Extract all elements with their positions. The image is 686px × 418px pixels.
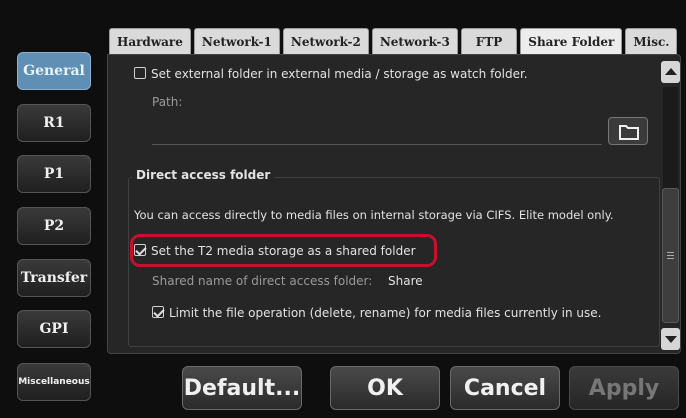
watch-folder-row[interactable]: Set external folder in external media / … — [134, 67, 528, 81]
direct-access-description: You can access directly to media files o… — [134, 208, 614, 222]
tab-hardware[interactable]: Hardware — [109, 28, 191, 54]
nav-general-button[interactable]: General — [17, 52, 91, 90]
panel-content: Set external folder in external media / … — [122, 55, 660, 351]
watch-folder-checkbox[interactable] — [134, 67, 146, 79]
tab-share-folder[interactable]: Share Folder — [520, 28, 623, 54]
share-folder-panel: Set external folder in external media / … — [107, 54, 681, 354]
highlight-frame — [130, 234, 437, 267]
watch-folder-label: Set external folder in external media / … — [151, 67, 528, 81]
nav-transfer-button[interactable]: Transfer — [17, 259, 91, 297]
shared-name-label: Shared name of direct access folder: — [152, 274, 373, 288]
tab-bar: Hardware Network-1 Network-2 Network-3 F… — [109, 28, 678, 54]
limit-operation-row[interactable]: Limit the file operation (delete, rename… — [152, 306, 601, 320]
arrow-up-icon — [665, 68, 677, 75]
ok-button[interactable]: OK — [330, 366, 440, 410]
scroll-down-button[interactable] — [661, 328, 680, 350]
browse-folder-button[interactable] — [608, 117, 648, 145]
limit-operation-label: Limit the file operation (delete, rename… — [169, 306, 602, 320]
tab-network-1[interactable]: Network-1 — [193, 28, 280, 54]
tab-network-2[interactable]: Network-2 — [282, 28, 369, 54]
folder-icon — [619, 125, 639, 140]
shared-name-value: Share — [388, 274, 423, 288]
default-button[interactable]: Default... — [182, 366, 302, 410]
scroll-up-button[interactable] — [661, 61, 680, 83]
grip-icon — [667, 252, 674, 259]
limit-operation-checkbox[interactable] — [152, 306, 164, 318]
scrollbar-thumb[interactable] — [662, 188, 679, 323]
nav-r1-button[interactable]: R1 — [17, 104, 91, 142]
direct-access-title: Direct access folder — [132, 168, 275, 182]
tab-misc[interactable]: Misc. — [625, 28, 678, 54]
arrow-down-icon — [665, 336, 677, 343]
tab-network-3[interactable]: Network-3 — [371, 28, 458, 54]
nav-p2-button[interactable]: P2 — [17, 207, 91, 245]
path-field[interactable] — [152, 121, 602, 145]
tab-ftp[interactable]: FTP — [460, 28, 518, 54]
apply-button[interactable]: Apply — [569, 366, 679, 410]
nav-miscellaneous-button[interactable]: Miscellaneous — [17, 363, 91, 401]
nav-gpi-button[interactable]: GPI — [17, 310, 91, 348]
cancel-button[interactable]: Cancel — [450, 366, 560, 410]
path-label: Path: — [152, 95, 183, 109]
nav-p1-button[interactable]: P1 — [17, 155, 91, 193]
